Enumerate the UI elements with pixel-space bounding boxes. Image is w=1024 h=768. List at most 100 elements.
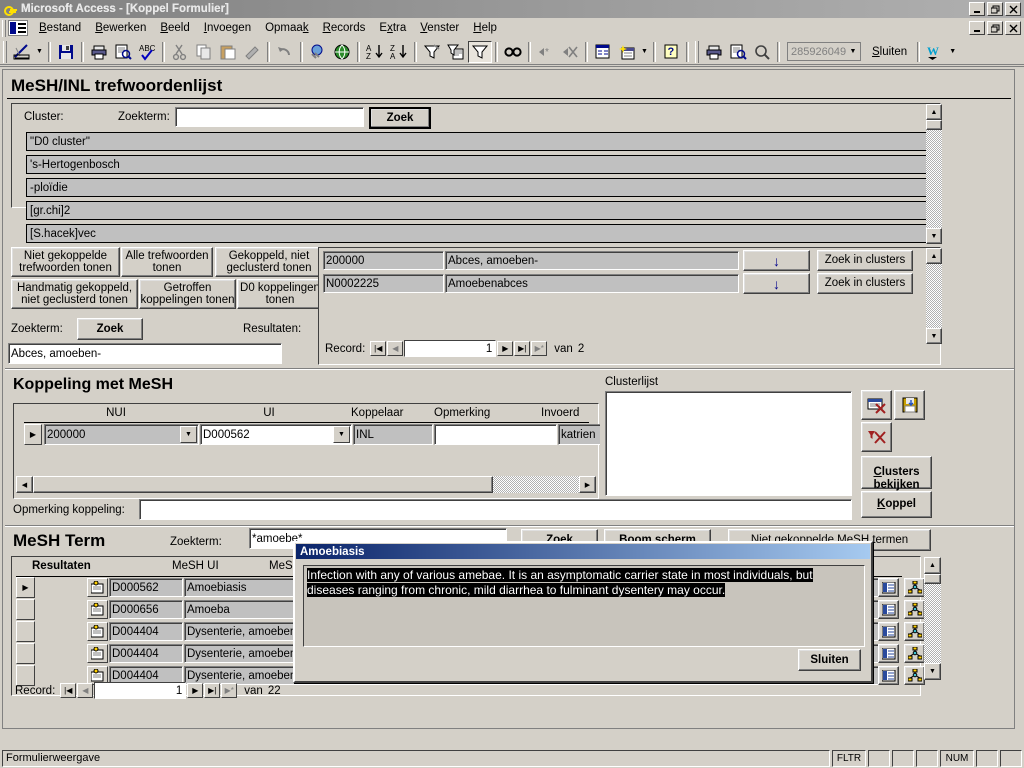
result-down-arrow-button[interactable]: ↓ bbox=[743, 250, 810, 271]
scope-note-button[interactable] bbox=[87, 578, 108, 597]
spelling-icon[interactable]: ABC bbox=[135, 41, 159, 63]
nui-combobox[interactable]: 200000 ▼ bbox=[44, 424, 199, 445]
filter-button-d0-koppelingen[interactable]: D0 koppelingen tonen bbox=[237, 279, 323, 309]
results-record-navigator[interactable]: Record: |◀ ◀ 1 ▶ ▶| ▶* van 2 bbox=[325, 340, 584, 357]
column-header-mesh-ui[interactable]: MeSH UI bbox=[172, 560, 219, 572]
filter-button-alle-trefwoorden[interactable]: Alle trefwoorden tonen bbox=[121, 247, 213, 277]
record-detail-button[interactable] bbox=[878, 644, 899, 663]
sort-ascending-icon[interactable]: AZ bbox=[363, 41, 387, 63]
result-id-field[interactable]: N0002225 bbox=[323, 274, 444, 293]
new-record-icon[interactable]: * bbox=[534, 41, 558, 63]
menu-item-help[interactable]: Help bbox=[466, 20, 504, 37]
clusterlijst-listbox[interactable] bbox=[605, 391, 852, 496]
first-record-button[interactable]: |◀ bbox=[60, 683, 77, 698]
remove-filter-button[interactable] bbox=[861, 422, 892, 452]
scroll-up-button[interactable]: ▲ bbox=[926, 104, 942, 120]
ui-combobox[interactable]: D000562 ▼ bbox=[200, 424, 352, 445]
tree-view-button[interactable] bbox=[904, 644, 925, 663]
dialog-close-button[interactable]: Sluiten bbox=[798, 649, 861, 671]
results-grid-scrollbar[interactable]: ▲ ▼ bbox=[926, 248, 942, 344]
menu-item-extra[interactable]: Extra bbox=[372, 20, 413, 37]
toolbar2-grip[interactable] bbox=[695, 40, 699, 63]
mesh-record-navigator[interactable]: Record: |◀ ◀ 1 ▶ ▶| ▶* van 22 bbox=[15, 682, 281, 699]
tree-view-button[interactable] bbox=[904, 666, 925, 685]
print-preview-icon[interactable] bbox=[726, 41, 750, 63]
mesh-results-scrollbar[interactable]: ▲ ▼ bbox=[924, 557, 941, 680]
mesh-ui-field[interactable]: D000562 bbox=[109, 578, 183, 597]
column-header-koppelaar[interactable]: Koppelaar bbox=[351, 407, 403, 419]
row-selector[interactable] bbox=[16, 621, 35, 642]
scroll-down-button[interactable]: ▼ bbox=[924, 663, 941, 680]
cut-icon[interactable] bbox=[168, 41, 192, 63]
row-selector[interactable]: ▶ bbox=[24, 424, 42, 445]
form-view-icon[interactable] bbox=[8, 20, 28, 36]
scope-note-button[interactable] bbox=[87, 644, 108, 663]
chevron-down-icon[interactable]: ▼ bbox=[333, 426, 350, 443]
print-preview-icon[interactable] bbox=[111, 41, 135, 63]
scroll-up-button[interactable]: ▲ bbox=[926, 248, 942, 264]
mdi-window-controls[interactable] bbox=[969, 21, 1024, 35]
filter-by-selection-icon[interactable] bbox=[420, 41, 444, 63]
record-detail-button[interactable] bbox=[878, 600, 899, 619]
column-header-resultaten[interactable]: Resultaten bbox=[32, 560, 91, 572]
row-selector[interactable] bbox=[16, 643, 35, 664]
menu-item-bestand[interactable]: Bestand bbox=[32, 20, 88, 37]
column-header-ui[interactable]: UI bbox=[194, 407, 344, 419]
scroll-thumb[interactable] bbox=[926, 120, 942, 130]
menu-item-venster[interactable]: Venster bbox=[413, 20, 466, 37]
mesh-ui-field[interactable]: D004404 bbox=[109, 622, 183, 641]
mesh-ui-field[interactable]: D004404 bbox=[109, 644, 183, 663]
filter-by-form-icon[interactable] bbox=[444, 41, 468, 63]
office-links-dropdown-arrow-icon[interactable]: ▼ bbox=[947, 41, 958, 63]
menu-bar[interactable]: Bestand Bewerken Beeld Invoegen Opmaak R… bbox=[0, 18, 1024, 39]
first-record-button[interactable]: |◀ bbox=[370, 341, 387, 356]
filter-button-gekoppeld-niet-geclusterd[interactable]: Gekoppeld, niet geclusterd tonen bbox=[215, 247, 323, 277]
term-search-button[interactable]: Zoek bbox=[77, 318, 143, 340]
restore-button[interactable] bbox=[987, 2, 1003, 16]
scroll-left-button[interactable]: ◀ bbox=[16, 476, 33, 493]
opmerking-field[interactable] bbox=[434, 424, 557, 445]
scroll-track[interactable] bbox=[926, 130, 942, 228]
design-view-icon[interactable] bbox=[10, 41, 34, 63]
row-selector[interactable] bbox=[16, 599, 35, 620]
zoek-in-clusters-button[interactable]: Zoek in clusters bbox=[817, 250, 913, 271]
design-view-dropdown-arrow-icon[interactable]: ▼ bbox=[34, 41, 45, 63]
filter-button-handmatig-gekoppeld[interactable]: Handmatig gekoppeld, niet geclusterd ton… bbox=[11, 279, 138, 309]
menubar-grip[interactable] bbox=[2, 19, 6, 37]
cluster-list-item[interactable]: [S.hacek]vec bbox=[26, 224, 938, 243]
mdi-close-button[interactable] bbox=[1005, 21, 1021, 35]
web-toolbar-icon[interactable] bbox=[330, 41, 354, 63]
next-record-button[interactable]: ▶ bbox=[187, 683, 204, 698]
result-term-field[interactable]: Abces, amoeben- bbox=[445, 251, 739, 270]
minimize-button[interactable] bbox=[969, 2, 985, 16]
save-record-button[interactable] bbox=[894, 390, 925, 420]
result-term-field[interactable]: Amoebenabces bbox=[445, 274, 739, 293]
scroll-track[interactable] bbox=[924, 584, 941, 663]
print-icon[interactable] bbox=[702, 41, 726, 63]
record-detail-button[interactable] bbox=[878, 622, 899, 641]
cluster-search-button[interactable]: Zoek bbox=[369, 107, 431, 129]
record-detail-button[interactable] bbox=[878, 578, 899, 597]
apply-filter-icon[interactable] bbox=[468, 40, 492, 63]
cluster-search-input[interactable] bbox=[175, 107, 364, 127]
new-object-dropdown-arrow-icon[interactable]: ▼ bbox=[639, 41, 650, 63]
result-id-field[interactable]: 200000 bbox=[323, 251, 444, 270]
zoom-icon[interactable] bbox=[750, 41, 774, 63]
term-search-input[interactable]: Abces, amoeben- bbox=[8, 343, 282, 364]
scroll-down-button[interactable]: ▼ bbox=[926, 328, 942, 344]
opmerking-koppeling-input[interactable] bbox=[139, 499, 852, 520]
scope-note-button[interactable] bbox=[87, 622, 108, 641]
column-header-opmerking[interactable]: Opmerking bbox=[434, 407, 490, 419]
scroll-up-button[interactable]: ▲ bbox=[924, 557, 941, 574]
previous-record-button[interactable]: ◀ bbox=[387, 341, 404, 356]
cluster-list-item[interactable]: [gr.chi]2 bbox=[26, 201, 938, 220]
filter-button-niet-gekoppelde[interactable]: Niet gekoppelde trefwoorden tonen bbox=[11, 247, 120, 277]
mdi-restore-button[interactable] bbox=[987, 21, 1003, 35]
close-button[interactable] bbox=[1005, 2, 1021, 16]
menu-item-records[interactable]: Records bbox=[316, 20, 373, 37]
row-selector[interactable]: ▶ bbox=[16, 577, 35, 598]
dialog-scope-note-text[interactable]: Infection with any of various amebae. It… bbox=[303, 565, 865, 647]
toolbar[interactable]: ▼ ABC AZ ZA * ▼ ? 285926049 ▼ Sluiten W … bbox=[0, 39, 1024, 65]
help-icon[interactable]: ? bbox=[659, 41, 683, 63]
scroll-thumb[interactable] bbox=[924, 574, 941, 584]
